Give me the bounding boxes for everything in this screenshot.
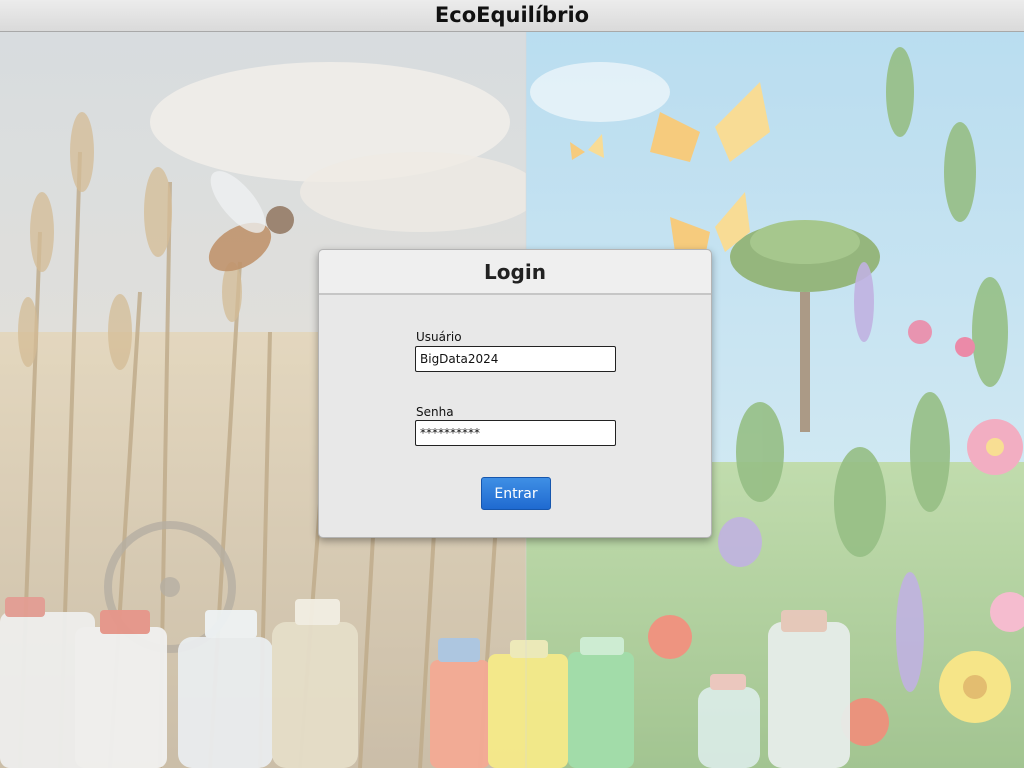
login-submit-button[interactable]: Entrar — [481, 477, 551, 510]
login-dialog: Login Usuário Senha Entrar — [318, 249, 712, 538]
password-input[interactable] — [415, 420, 616, 446]
password-label: Senha — [416, 405, 454, 419]
app-title: EcoEquilíbrio — [0, 0, 1024, 32]
username-input[interactable] — [415, 346, 616, 372]
username-label: Usuário — [416, 330, 462, 344]
login-heading: Login — [319, 250, 711, 295]
